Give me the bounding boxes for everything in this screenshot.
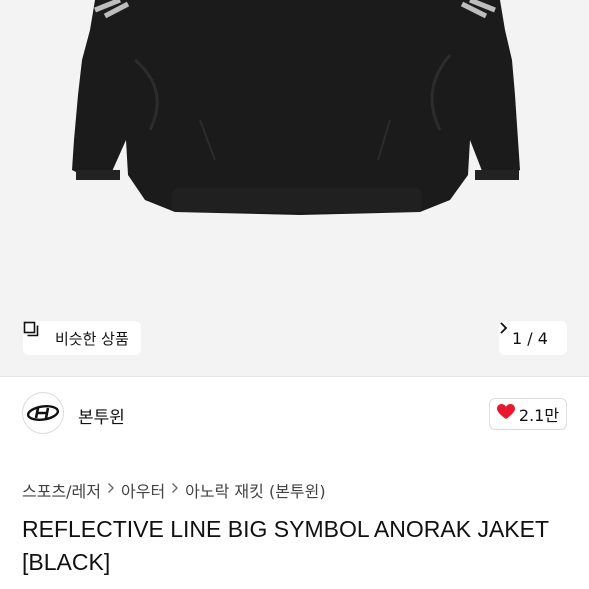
- divider: [0, 376, 589, 377]
- like-button[interactable]: 2.1만: [489, 398, 567, 430]
- breadcrumb-item[interactable]: 아우터: [121, 478, 165, 502]
- image-counter-text: 1 / 4: [512, 328, 548, 348]
- brand-logo-mark: [26, 405, 60, 421]
- product-image: [72, 0, 520, 215]
- breadcrumb-item[interactable]: 아노락 재킷 (본투윈): [185, 478, 325, 502]
- similar-items-label: 비슷한 상품: [55, 329, 129, 348]
- product-image-carousel[interactable]: 비슷한 상품 1 / 4: [0, 0, 589, 376]
- breadcrumb: 스포츠/레저 아우터 아노락 재킷 (본투윈): [22, 478, 326, 502]
- similar-items-button[interactable]: 비슷한 상품: [23, 321, 141, 355]
- brand-logo[interactable]: [22, 392, 64, 434]
- heart-icon: [496, 404, 515, 424]
- similar-items-icon: [23, 321, 49, 346]
- like-count: 2.1만: [518, 406, 560, 425]
- brand-name[interactable]: 본투윈: [78, 403, 125, 428]
- image-page-counter[interactable]: 1 / 4: [499, 321, 567, 355]
- breadcrumb-item[interactable]: 스포츠/레저: [22, 478, 101, 502]
- chevron-right-icon: [107, 482, 115, 498]
- chevron-right-icon: [171, 482, 179, 498]
- product-title: REFLECTIVE LINE BIG SYMBOL ANORAK JAKET …: [22, 516, 549, 575]
